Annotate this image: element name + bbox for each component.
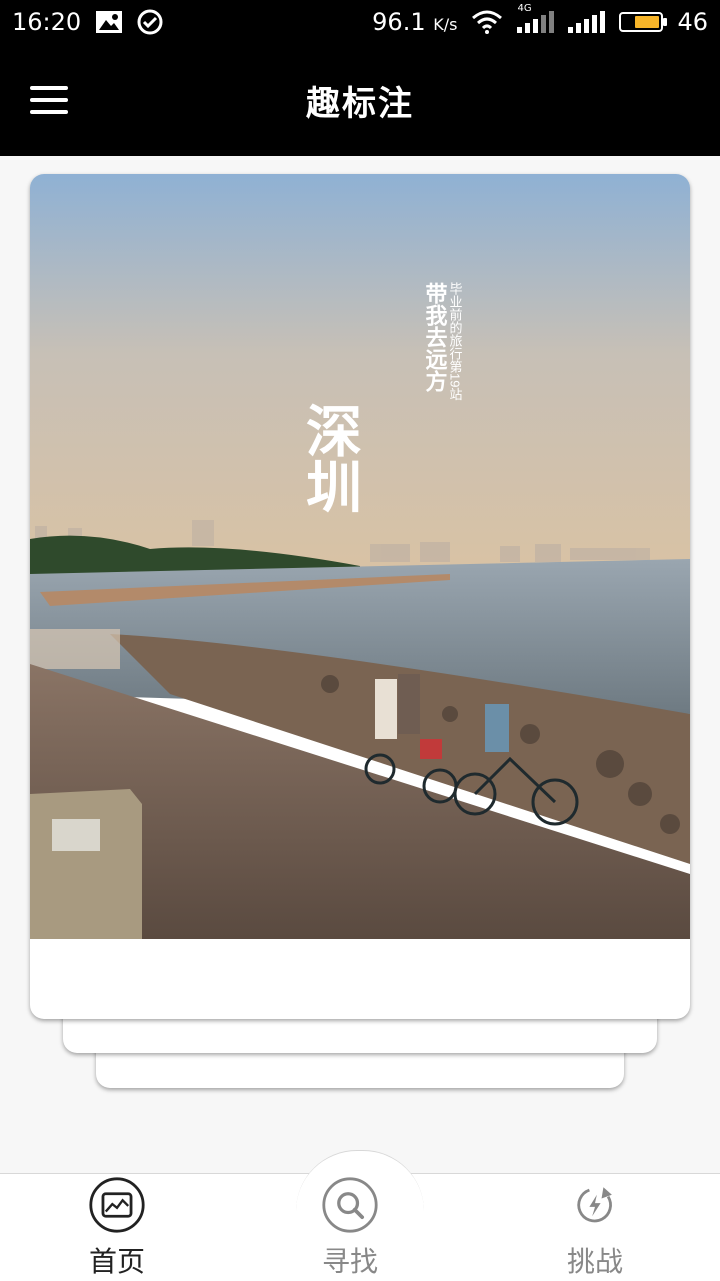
nav-label-challenge: 挑战 (566, 1245, 623, 1278)
photo-card[interactable]: 深圳 带我去远方 毕业前的旅行第19站 (30, 174, 690, 1019)
picture-chart-icon (89, 1177, 145, 1233)
poster-line1: 带我去远方 (423, 282, 448, 393)
poster-line2: 毕业前的旅行第19站 (448, 282, 463, 401)
battery-icon (619, 12, 668, 32)
hamburger-menu-icon[interactable] (30, 78, 82, 122)
nav-label-home: 首页 (88, 1245, 145, 1278)
status-time: 16:20 (12, 8, 82, 36)
card-photo: 深圳 带我去远方 毕业前的旅行第19站 (30, 174, 690, 939)
nav-label-find: 寻找 (321, 1245, 378, 1278)
page-title: 趣标注 (306, 83, 414, 124)
image-icon (96, 11, 123, 33)
wifi-icon (472, 10, 503, 34)
network-type: 4G (517, 3, 532, 14)
nav-item-challenge[interactable]: 挑战 (525, 1176, 665, 1280)
nav-item-find[interactable]: 寻找 (280, 1176, 420, 1280)
battery-level: 46 (677, 8, 708, 36)
network-speed: 96.1 K/s (372, 8, 458, 36)
status-bar: 16:20 96.1 K/s 4G 46 (0, 0, 720, 44)
nav-item-home[interactable]: 首页 (47, 1176, 187, 1280)
search-icon (322, 1177, 378, 1233)
app-bar: 趣标注 (0, 44, 720, 156)
signal-icon: 4G (517, 3, 555, 33)
seaside-photo: 深圳 带我去远方 毕业前的旅行第19站 (30, 174, 690, 939)
check-circle-icon (137, 9, 163, 35)
signal-icon (568, 11, 606, 33)
poster-big-text: 深圳 (299, 402, 362, 514)
lightning-refresh-icon (577, 1187, 612, 1223)
